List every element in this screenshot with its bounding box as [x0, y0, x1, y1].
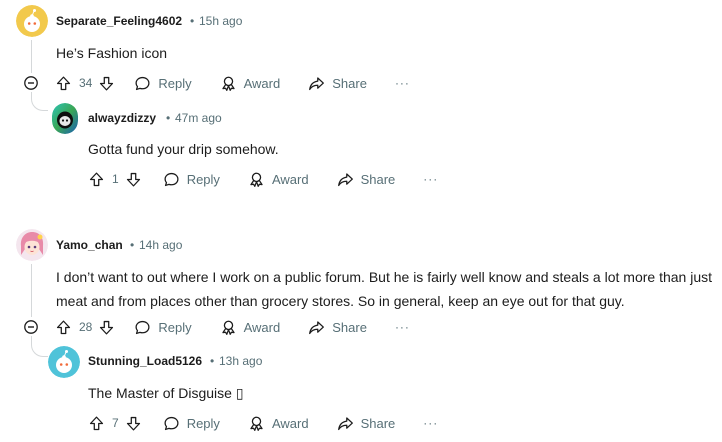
- comment-author[interactable]: Stunning_Load5126: [88, 354, 202, 368]
- reply-button[interactable]: Reply: [163, 410, 220, 436]
- user-avatar[interactable]: [48, 346, 80, 378]
- award-icon: [220, 75, 237, 92]
- upvote-icon: [88, 171, 105, 188]
- vote-controls: 1: [88, 166, 142, 192]
- comment-action-bar: 7 Reply Award Share ···: [88, 410, 438, 436]
- more-options-button[interactable]: ···: [423, 166, 438, 192]
- more-options-button[interactable]: ···: [423, 410, 438, 436]
- downvote-icon: [125, 171, 142, 188]
- comment-body: Gotta fund your drip somehow.: [88, 141, 279, 157]
- comment-timestamp[interactable]: 15h ago: [199, 14, 242, 28]
- anime-character-avatar-icon: [16, 229, 48, 261]
- comment-body-line: meat and from places other than grocery …: [56, 293, 625, 309]
- upvote-icon: [88, 415, 105, 432]
- comment-timestamp[interactable]: 14h ago: [139, 238, 182, 252]
- emoji-placeholder: ▯: [235, 385, 244, 401]
- reply-button[interactable]: Reply: [134, 314, 192, 340]
- separator-dot: •: [130, 238, 135, 252]
- share-button[interactable]: Share: [308, 314, 367, 340]
- reply-button[interactable]: Reply: [134, 70, 192, 96]
- collapse-icon: [24, 76, 38, 90]
- share-button[interactable]: Share: [308, 70, 367, 96]
- reply-icon: [163, 171, 180, 188]
- snoo-avatar-icon: [48, 346, 80, 378]
- collapse-thread-button[interactable]: [24, 76, 38, 90]
- reply-button[interactable]: Reply: [163, 166, 220, 192]
- reply-icon: [163, 415, 180, 432]
- vote-controls: 7: [88, 410, 142, 436]
- comment-body-line: I don’t want to out where I work on a pu…: [56, 269, 712, 285]
- vote-count: 34: [79, 76, 93, 90]
- comment-timestamp[interactable]: 13h ago: [219, 354, 262, 368]
- share-icon: [337, 415, 354, 432]
- upvote-button[interactable]: [55, 70, 72, 96]
- comment-action-bar: 34 Reply Award Share ···: [55, 70, 410, 96]
- more-options-button[interactable]: ···: [395, 70, 410, 96]
- comment-body: I don’t want to out where I work on a pu…: [56, 265, 712, 313]
- snoo-avatar-icon: [52, 103, 78, 134]
- downvote-button[interactable]: [98, 314, 115, 340]
- award-icon: [220, 319, 237, 336]
- thread-line: [31, 264, 32, 317]
- award-button[interactable]: Award: [220, 314, 280, 340]
- comment-body: The Master of Disguise ▯: [88, 385, 244, 401]
- vote-controls: 28: [55, 314, 115, 340]
- award-button[interactable]: Award: [248, 166, 309, 192]
- separator-dot: •: [190, 14, 195, 28]
- snoo-avatar-icon: [16, 5, 48, 37]
- share-icon: [308, 75, 325, 92]
- comment-author[interactable]: alwayzdizzy: [88, 111, 156, 125]
- separator-dot: •: [166, 111, 171, 125]
- downvote-button[interactable]: [98, 70, 115, 96]
- comment-author[interactable]: Separate_Feeling4602: [56, 14, 182, 28]
- separator-dot: •: [210, 354, 215, 368]
- vote-count: 28: [79, 320, 93, 334]
- downvote-button[interactable]: [125, 410, 142, 436]
- award-button[interactable]: Award: [220, 70, 280, 96]
- downvote-button[interactable]: [125, 166, 142, 192]
- award-icon: [248, 415, 265, 432]
- reply-icon: [134, 319, 151, 336]
- comment-body: He’s Fashion icon: [56, 45, 168, 61]
- thread-line: [31, 40, 32, 73]
- user-avatar[interactable]: [52, 103, 78, 134]
- upvote-icon: [55, 75, 72, 92]
- user-avatar[interactable]: [16, 5, 48, 37]
- vote-count: 7: [112, 416, 119, 430]
- downvote-icon: [125, 415, 142, 432]
- upvote-button[interactable]: [88, 166, 105, 192]
- downvote-icon: [98, 319, 115, 336]
- upvote-button[interactable]: [88, 410, 105, 436]
- comment-action-bar: 1 Reply Award Share ···: [88, 166, 438, 192]
- downvote-icon: [98, 75, 115, 92]
- comment-author[interactable]: Yamo_chan: [56, 238, 123, 252]
- more-options-button[interactable]: ···: [395, 314, 410, 340]
- share-button[interactable]: Share: [337, 166, 395, 192]
- upvote-icon: [55, 319, 72, 336]
- comment-timestamp[interactable]: 47m ago: [175, 111, 222, 125]
- vote-controls: 34: [55, 70, 115, 96]
- vote-count: 1: [112, 172, 119, 186]
- comment-action-bar: 28 Reply Award Share ···: [55, 314, 410, 340]
- reply-icon: [134, 75, 151, 92]
- share-button[interactable]: Share: [337, 410, 395, 436]
- award-icon: [248, 171, 265, 188]
- thread-connector: [31, 92, 48, 111]
- thread-connector: [31, 336, 48, 357]
- award-button[interactable]: Award: [248, 410, 309, 436]
- share-icon: [308, 319, 325, 336]
- upvote-button[interactable]: [55, 314, 72, 340]
- collapse-thread-button[interactable]: [24, 320, 38, 334]
- share-icon: [337, 171, 354, 188]
- user-avatar[interactable]: [16, 229, 48, 261]
- collapse-icon: [24, 320, 38, 334]
